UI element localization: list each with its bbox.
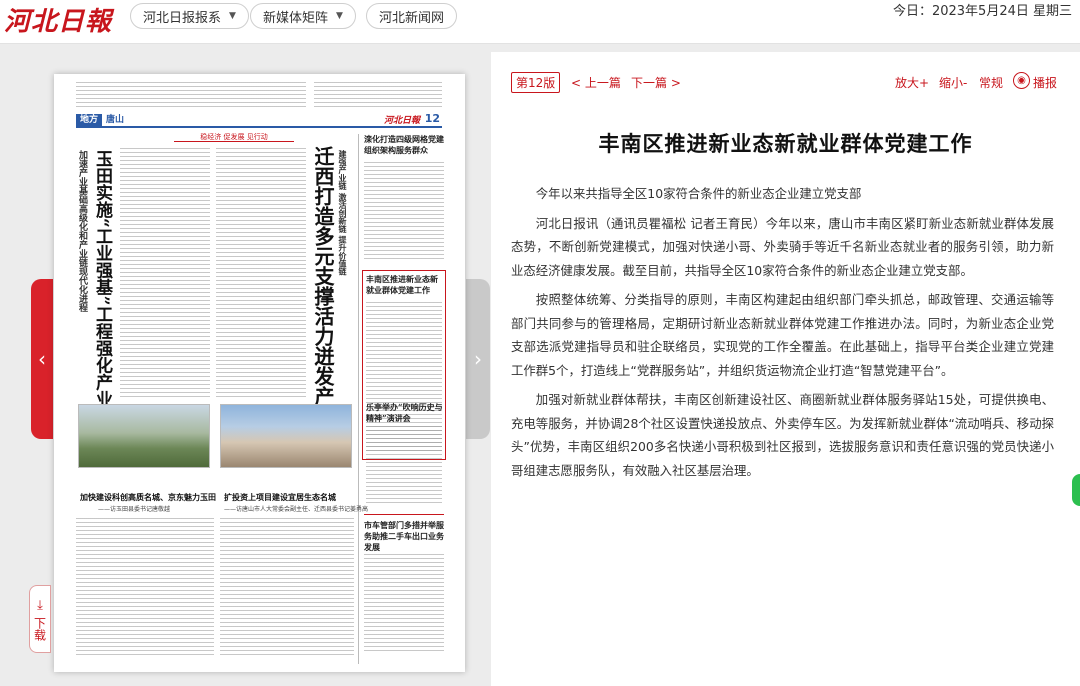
headline-qianxi[interactable]: 迁西打造多元支撑活力迸发产业格局 — [311, 146, 335, 466]
caption-yutian-sub: ——访玉田县委书记唐敬越 — [98, 506, 171, 513]
floating-service-widget[interactable] — [1072, 474, 1080, 506]
side-story-fengnan[interactable]: 丰南区推进新业态新就业群体党建工作 — [366, 274, 444, 296]
play-icon[interactable]: ◉ — [1013, 72, 1030, 89]
article-panel: 第12版 < 上一篇 下一篇 > 放大+ 缩小- 常规 ◉ 播报 丰南区推进新业… — [491, 52, 1080, 686]
article-lead: 今年以来共指导全区10家符合条件的新业态企业建立党支部 — [535, 186, 862, 201]
edition-badge[interactable]: 第12版 — [511, 72, 561, 93]
chevron-right-icon: › — [474, 347, 482, 371]
nav-hebei-news-label: 河北新闻网 — [379, 10, 445, 26]
nav-new-media-matrix[interactable]: 新媒体矩阵 ▼ — [250, 3, 356, 29]
chevron-down-icon: ▼ — [229, 11, 236, 21]
caption-qianxi-sub: ——访唐山市人大常委会副主任、迁西县委书记姜勇高 — [224, 506, 369, 513]
subhead-qianxi: 建强产业链 激活创新链 提升价值链 — [338, 150, 348, 276]
side-story-laoting[interactable]: 乐亭举办“吹响历史与精神”演讲会 — [366, 402, 444, 424]
article-toolbar: 第12版 < 上一篇 下一篇 > 放大+ 缩小- 常规 ◉ 播报 — [511, 72, 1060, 94]
photo-highway-interchange[interactable] — [78, 404, 210, 468]
article-paragraph: 河北日报讯（通讯员瞿福松 记者王育民）今年以来，唐山市丰南区紧盯新业态新就业群体… — [511, 215, 1054, 278]
article-paragraph: 按照整体统筹、分类指导的原则，丰南区构建起由组织部门牵头抓总，邮政管理、交通运输… — [511, 292, 1054, 378]
next-article-link[interactable]: 下一篇 > — [631, 74, 681, 91]
article-body: 今年以来共指导全区10家符合条件的新业态企业建立党支部 河北日报讯（通讯员瞿福松… — [511, 182, 1054, 488]
zoom-in-button[interactable]: 放大+ — [895, 74, 929, 91]
text-column — [216, 148, 306, 398]
today-date: 今日：2023年5月24日 星期三 — [892, 4, 1072, 19]
text-column — [220, 518, 354, 658]
article-paragraph: 加强对新就业群体帮扶，丰南区创新建设社区、商圈新就业群体服务驿站15处，可提供换… — [511, 392, 1054, 478]
caption-qianxi: 扩投资上项目建设宜居生态名城 — [224, 492, 336, 502]
normal-size-button[interactable]: 常规 — [979, 74, 1003, 91]
top-bar: 河北日報 河北日报报系 ▼ 新媒体矩阵 ▼ 河北新闻网 今日：2023年5月24… — [0, 0, 1080, 44]
page-header: 地方 唐山 河北日報 12 — [76, 112, 442, 128]
side-story-luanhua[interactable]: 滦化打造四级网格党建组织架构服务群众 — [364, 134, 444, 156]
chevron-left-icon: ‹ — [38, 347, 46, 371]
nav-new-media-matrix-label: 新媒体矩阵 — [263, 10, 329, 26]
download-button[interactable]: ⤓ 下载 — [29, 585, 51, 653]
section-city: 唐山 — [106, 115, 125, 125]
broadcast-button[interactable]: 播报 — [1033, 74, 1057, 91]
prev-article-link[interactable]: < 上一篇 — [571, 74, 621, 91]
text-column — [120, 148, 210, 398]
masthead: 河北日報 — [383, 116, 420, 126]
nav-newspaper-group[interactable]: 河北日报报系 ▼ — [130, 3, 249, 29]
zoom-out-button[interactable]: 缩小- — [939, 74, 967, 91]
text-column — [364, 162, 444, 262]
column-divider — [358, 134, 359, 664]
next-page-button[interactable]: › — [466, 279, 490, 439]
newspaper-page-image[interactable]: 地方 唐山 河北日報 12 稳经济 促发展 见行动 玉田实施“工业强基”工程强化… — [54, 74, 465, 672]
text-column — [76, 518, 214, 658]
topic-banner: 稳经济 促发展 见行动 — [174, 132, 294, 142]
chevron-down-icon: ▼ — [336, 11, 343, 21]
nav-hebei-news[interactable]: 河北新闻网 — [366, 3, 458, 29]
text-column — [314, 82, 442, 108]
photo-city-skyline[interactable] — [220, 404, 352, 468]
text-column — [366, 426, 442, 506]
page-number: 12 — [424, 112, 440, 125]
text-column — [364, 554, 444, 654]
prev-page-button[interactable]: ‹ — [31, 279, 53, 439]
caption-yutian: 加快建设科创高质名城、京东魅力玉田 — [80, 492, 216, 502]
download-label: 下载 — [32, 616, 47, 641]
logo-text: 河北日報 — [4, 6, 113, 37]
nav-newspaper-group-label: 河北日报报系 — [143, 10, 222, 26]
text-column — [76, 82, 306, 108]
site-logo[interactable]: 河北日報 — [4, 3, 113, 37]
side-story-vehicle[interactable]: 市车管部门多措并举服务助推二手车出口业务发展 — [364, 520, 446, 553]
download-icon: ⤓ — [37, 597, 43, 613]
section-label: 地方 — [76, 114, 103, 127]
article-title: 丰南区推进新业态新就业群体党建工作 — [598, 132, 973, 156]
divider-rule — [364, 514, 444, 515]
subhead-yutian: 加速产业基础高级化和产业链现代化进程 — [77, 150, 87, 312]
